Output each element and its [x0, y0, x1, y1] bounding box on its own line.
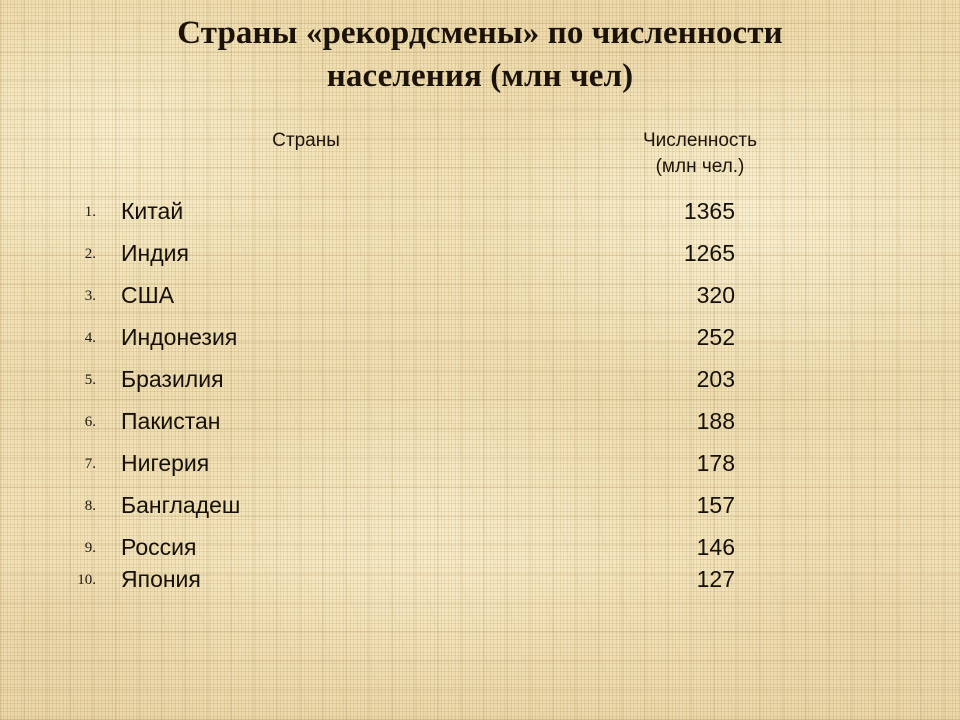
row-rank: 4.: [84, 330, 96, 346]
row-population-value: 1265: [683, 240, 735, 266]
row-rank: 10.: [77, 572, 96, 588]
table-row: 4. Индонезия 252: [0, 322, 960, 362]
slide-content: Страны «рекордсмены» по численности насе…: [0, 0, 960, 720]
table-row: 10. Япония 127: [0, 564, 960, 604]
row-country-name: Россия: [121, 534, 197, 560]
row-country-name: Индонезия: [121, 324, 238, 350]
row-rank: 8.: [84, 498, 96, 514]
row-population-value: 188: [696, 408, 735, 434]
table-row: 8. Бангладеш 157: [0, 490, 960, 530]
row-rank: 7.: [84, 456, 96, 472]
row-rank: 5.: [84, 372, 96, 388]
table-row: 7. Нигерия 178: [0, 448, 960, 488]
table-row: 6. Пакистан 188: [0, 406, 960, 446]
row-country-name: Пакистан: [121, 408, 221, 434]
row-population-value: 320: [696, 282, 735, 308]
row-population-value: 146: [696, 534, 735, 560]
slide-canvas: Страны «рекордсмены» по численности насе…: [0, 0, 960, 720]
row-population-value: 127: [696, 566, 735, 592]
table-row: 3. США 320: [0, 280, 960, 320]
row-country-name: Япония: [121, 566, 201, 592]
column-header-countries: Страны: [272, 130, 340, 151]
column-header-population-line-1: Численность: [642, 130, 758, 151]
row-country-name: Бразилия: [121, 366, 224, 392]
row-country-name: Индия: [121, 240, 189, 266]
row-population-value: 157: [696, 492, 735, 518]
row-population-value: 252: [696, 324, 735, 350]
row-rank: 6.: [84, 414, 96, 430]
column-header-population-line-2: (млн чел.): [655, 156, 745, 177]
page-title-line-2: населения (млн чел): [326, 58, 634, 94]
page-title-line-1: Страны «рекордсмены» по численности: [177, 15, 783, 51]
row-rank: 1.: [84, 204, 96, 220]
row-rank: 3.: [84, 288, 96, 304]
row-country-name: Нигерия: [121, 450, 210, 476]
row-rank: 9.: [84, 540, 96, 556]
row-population-value: 178: [696, 450, 735, 476]
table-row: 2. Индия 1265: [0, 238, 960, 278]
page-title: Страны «рекордсмены» по численности насе…: [0, 12, 960, 98]
row-country-name: Бангладеш: [121, 492, 241, 518]
table-row: 1. Китай 1365: [0, 196, 960, 236]
row-country-name: Китай: [121, 198, 184, 224]
table-header-row: Страны Численность (млн чел.): [0, 128, 960, 184]
row-population-value: 203: [696, 366, 735, 392]
row-country-name: США: [121, 282, 175, 308]
row-rank: 2.: [84, 246, 96, 262]
table-row: 5. Бразилия 203: [0, 364, 960, 404]
column-header-population: Численность (млн чел.): [612, 128, 788, 180]
row-population-value: 1365: [683, 198, 735, 224]
